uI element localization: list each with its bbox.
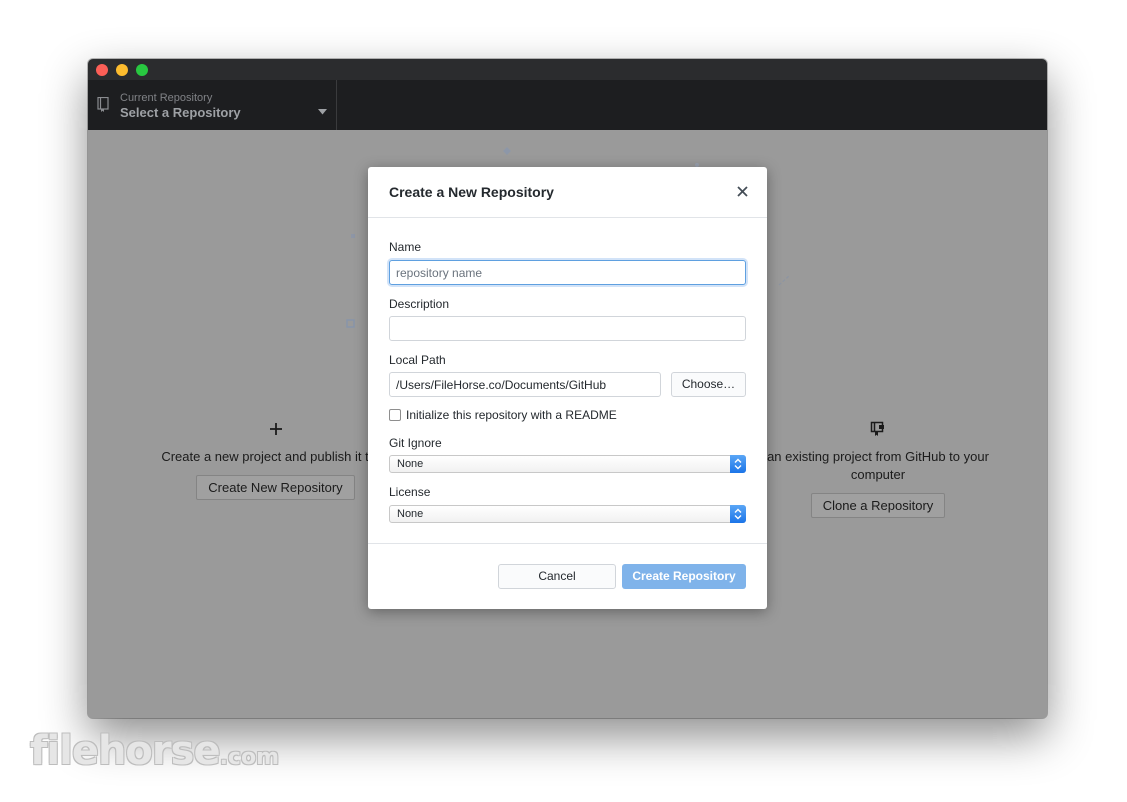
dialog-header-divider (368, 217, 767, 218)
current-repository-caption: Current Repository (120, 92, 213, 104)
repo-icon (97, 96, 110, 117)
chevron-down-icon (318, 102, 327, 120)
readme-checkbox[interactable] (389, 409, 401, 421)
close-window-button[interactable] (96, 64, 108, 76)
license-label: License (389, 485, 431, 499)
gitignore-label: Git Ignore (389, 436, 442, 450)
description-input[interactable] (389, 316, 746, 341)
select-arrows-icon (730, 505, 746, 523)
dialog-title: Create a New Repository (389, 184, 554, 200)
create-new-repository-button[interactable]: Create New Repository (196, 475, 355, 500)
sparkle-decoration (346, 319, 355, 328)
watermark-text: filehorse (30, 728, 221, 774)
clone-option: an existing project from GitHub to your … (748, 420, 1008, 518)
title-bar (88, 59, 1047, 80)
toolbar: Current Repository Select a Repository (88, 80, 1047, 130)
clone-icon (748, 420, 1008, 444)
local-path-label: Local Path (389, 353, 446, 367)
minimize-window-button[interactable] (116, 64, 128, 76)
gitignore-selected-value: None (397, 458, 424, 470)
description-label: Description (389, 297, 450, 311)
watermark-suffix: .com (219, 745, 280, 770)
readme-checkbox-label: Initialize this repository with a README (406, 408, 617, 422)
license-select[interactable]: None (389, 505, 746, 523)
sparkle-decoration (351, 234, 355, 238)
sparkle-decoration (503, 147, 511, 155)
maximize-window-button[interactable] (136, 64, 148, 76)
repository-name-input[interactable] (389, 260, 746, 285)
create-repository-dialog: Create a New Repository Name Description… (368, 167, 767, 609)
create-repository-button[interactable]: Create Repository (622, 564, 746, 589)
sparkle-decoration (778, 274, 791, 286)
clone-repository-button[interactable]: Clone a Repository (810, 493, 946, 518)
select-arrows-icon (730, 455, 746, 473)
name-label: Name (389, 240, 422, 254)
cancel-button[interactable]: Cancel (498, 564, 616, 589)
clone-option-text-line2: computer (850, 467, 906, 482)
close-icon[interactable] (737, 184, 748, 202)
current-repository-title: Select a Repository (120, 105, 241, 120)
license-selected-value: None (397, 508, 424, 520)
readme-checkbox-row[interactable]: Initialize this repository with a README (389, 408, 617, 422)
filehorse-watermark-logo: filehorse.com (30, 728, 279, 774)
clone-option-text-line1: an existing project from GitHub to your (767, 449, 989, 464)
dialog-footer-divider (368, 543, 767, 544)
choose-path-button[interactable]: Choose… (671, 372, 746, 397)
local-path-input[interactable] (389, 372, 661, 397)
gitignore-select[interactable]: None (389, 455, 746, 473)
current-repository-picker[interactable]: Current Repository Select a Repository (88, 80, 337, 130)
